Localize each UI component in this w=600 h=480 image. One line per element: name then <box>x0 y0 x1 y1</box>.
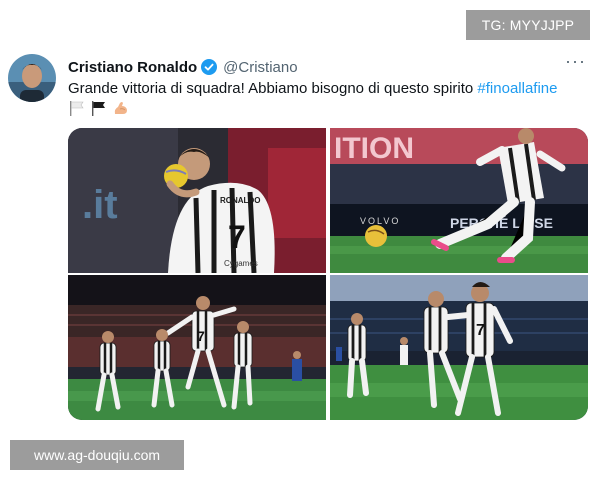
photo-2[interactable]: ITION VOLVO PERCHÉ LA SE <box>330 128 588 273</box>
backdrop-text: .it <box>82 183 118 227</box>
flexed-biceps-icon <box>112 99 130 122</box>
jersey-name: RONALDO <box>220 196 260 205</box>
sponsor-text: Cygames <box>224 259 258 268</box>
more-options-icon[interactable]: ··· <box>565 50 586 72</box>
avatar[interactable] <box>8 54 56 102</box>
watermark-tg-badge: TG: MYYJJPP <box>466 10 590 40</box>
tweet-text: Grande vittoria di squadra! Abbiamo biso… <box>68 79 592 99</box>
watermark-site-badge: www.ag-douqiu.com <box>10 440 184 470</box>
photo-1[interactable]: .it RONALDO 7 Cygames <box>68 128 326 273</box>
tweet-body: Grande vittoria di squadra! Abbiamo biso… <box>68 80 474 97</box>
verified-badge-icon <box>201 59 218 75</box>
photo-4[interactable]: 7 <box>330 275 588 420</box>
emoji-row <box>68 100 130 120</box>
author-name[interactable]: Cristiano Ronaldo <box>68 59 197 76</box>
photo-grid: .it RONALDO 7 Cygames ITION VOLVO PERCHÉ… <box>68 128 588 420</box>
photo-3[interactable]: 7 <box>68 275 326 420</box>
white-flag-icon <box>68 99 86 122</box>
jersey-number: 7 <box>476 322 485 339</box>
jersey-number: 7 <box>228 219 246 255</box>
black-flag-icon <box>90 99 108 122</box>
banner-text: ITION <box>334 132 414 165</box>
author-handle[interactable]: @Cristiano <box>223 59 297 76</box>
author-row: Cristiano Ronaldo @Cristiano <box>68 56 592 78</box>
board-left-text: VOLVO <box>360 216 400 226</box>
hashtag-link[interactable]: #finoallafine <box>477 80 557 97</box>
jersey-number: 7 <box>197 328 205 344</box>
